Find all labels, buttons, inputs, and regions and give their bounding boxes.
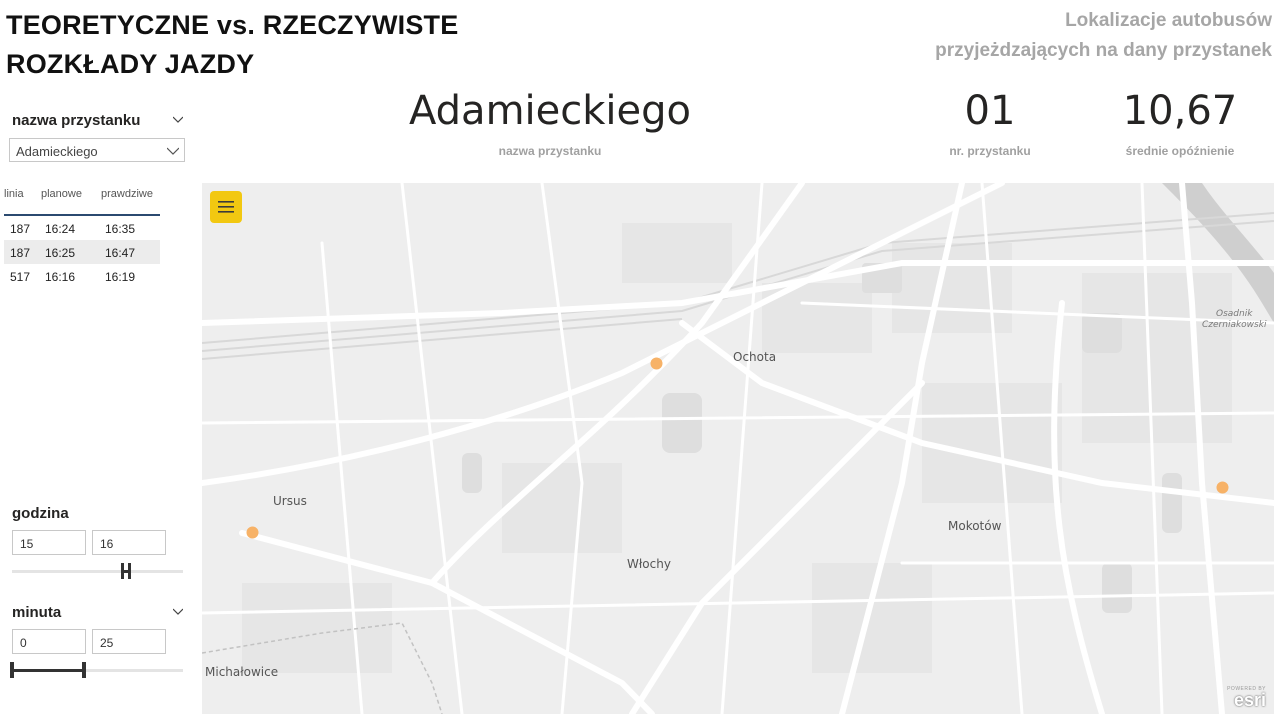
column-header-planowe[interactable]: planowe	[41, 188, 82, 200]
column-header-linia[interactable]: linia	[4, 188, 24, 200]
map-label-wlochy: Włochy	[627, 557, 671, 571]
minute-slicer-label: minuta	[12, 604, 62, 621]
kpi-stop-name-label: nazwa przystanku	[498, 144, 602, 158]
cell-planned: 16:25	[45, 246, 76, 260]
esri-logo-text: esri	[1233, 690, 1266, 710]
table-row[interactable]: 187 16:25 16:47	[4, 240, 160, 264]
minute-slider-handle-min[interactable]	[10, 662, 14, 678]
hour-max-value: 16	[100, 537, 114, 551]
map-menu-button[interactable]	[210, 191, 242, 223]
minute-max-value: 25	[100, 636, 114, 650]
map-basemap	[202, 183, 1274, 714]
stop-dropdown[interactable]: Adamieckiego	[9, 138, 185, 162]
cell-line: 517	[10, 270, 31, 284]
kpi-card-stop-name: Adamieckiego nazwa przystanku	[380, 88, 720, 158]
stop-dropdown-value: Adamieckiego	[16, 144, 98, 159]
kpi-avg-delay-value: 10,67	[1122, 88, 1238, 134]
minute-slider-range	[12, 669, 84, 672]
page-subtitle: Lokalizacje autobusów przyjeżdzających n…	[832, 6, 1272, 66]
cell-line: 187	[10, 222, 31, 236]
subtitle-line-2: przyjeżdzających na dany przystanek	[935, 40, 1272, 61]
minute-slider-handle-max[interactable]	[82, 662, 86, 678]
kpi-card-stop-number: 01 nr. przystanku	[930, 88, 1050, 158]
menu-icon	[218, 201, 234, 213]
minute-min-input[interactable]: 0	[12, 629, 86, 654]
column-header-prawdziwe[interactable]: prawdziwe	[101, 188, 153, 200]
map-label-osadnik: Osadnik Czerniakowski	[1202, 309, 1266, 331]
cell-actual: 16:19	[105, 270, 136, 284]
hour-slider-track[interactable]	[12, 570, 183, 573]
bus-marker[interactable]	[246, 526, 259, 539]
map-label-osadnik-1: Osadnik	[1216, 309, 1253, 319]
schedule-table: linia planowe prawdziwe 187 16:24 16:35 …	[4, 184, 160, 294]
kpi-avg-delay-label: średnie opóźnienie	[1125, 144, 1235, 158]
minute-max-input[interactable]: 25	[92, 629, 166, 654]
kpi-card-avg-delay: 10,67 średnie opóźnienie	[1100, 88, 1260, 158]
kpi-stop-number-label: nr. przystanku	[949, 144, 1031, 158]
hour-min-value: 15	[20, 537, 34, 551]
table-row[interactable]: 187 16:24 16:35	[4, 216, 160, 240]
subtitle-line-1: Lokalizacje autobusów	[1065, 10, 1272, 31]
stop-slicer-label: nazwa przystanku	[12, 112, 141, 129]
title-line-1: TEORETYCZNE vs. RZECZYWISTE	[6, 10, 459, 40]
title-line-2: ROZKŁADY JAZDY	[6, 49, 255, 79]
cell-actual: 16:47	[105, 246, 136, 260]
kpi-stop-name-value: Adamieckiego	[409, 88, 691, 134]
map-label-michalowice: Michałowice	[205, 665, 279, 679]
chevron-down-icon[interactable]	[173, 114, 183, 124]
chevron-down-icon[interactable]	[173, 606, 183, 616]
map-label-osadnik-2: Czerniakowski	[1202, 320, 1267, 330]
cell-planned: 16:24	[45, 222, 76, 236]
bus-marker[interactable]	[650, 357, 663, 370]
cell-actual: 16:35	[105, 222, 136, 236]
chevron-down-icon	[167, 147, 179, 155]
hour-slicer-label: godzina	[12, 505, 69, 522]
map-label-mokotow: Mokotów	[948, 519, 1002, 533]
minute-min-value: 0	[20, 636, 27, 650]
hour-max-input[interactable]: 16	[92, 530, 166, 555]
map-label-ochota: Ochota	[733, 350, 777, 364]
esri-logo: POWERED BY esri	[1227, 686, 1266, 710]
bus-marker[interactable]	[1216, 481, 1229, 494]
table-row[interactable]: 517 16:16 16:19	[4, 264, 160, 288]
cell-line: 187	[10, 246, 31, 260]
hour-min-input[interactable]: 15	[12, 530, 86, 555]
map-label-ursus: Ursus	[273, 494, 307, 508]
hour-slider-range	[123, 570, 129, 573]
kpi-stop-number-value: 01	[964, 88, 1016, 134]
cell-planned: 16:16	[45, 270, 76, 284]
page-title: TEORETYCZNE vs. RZECZYWISTE ROZKŁADY JAZ…	[6, 6, 458, 84]
bus-location-map[interactable]: Ochota Ursus Włochy Mokotów Michałowice …	[202, 183, 1274, 714]
